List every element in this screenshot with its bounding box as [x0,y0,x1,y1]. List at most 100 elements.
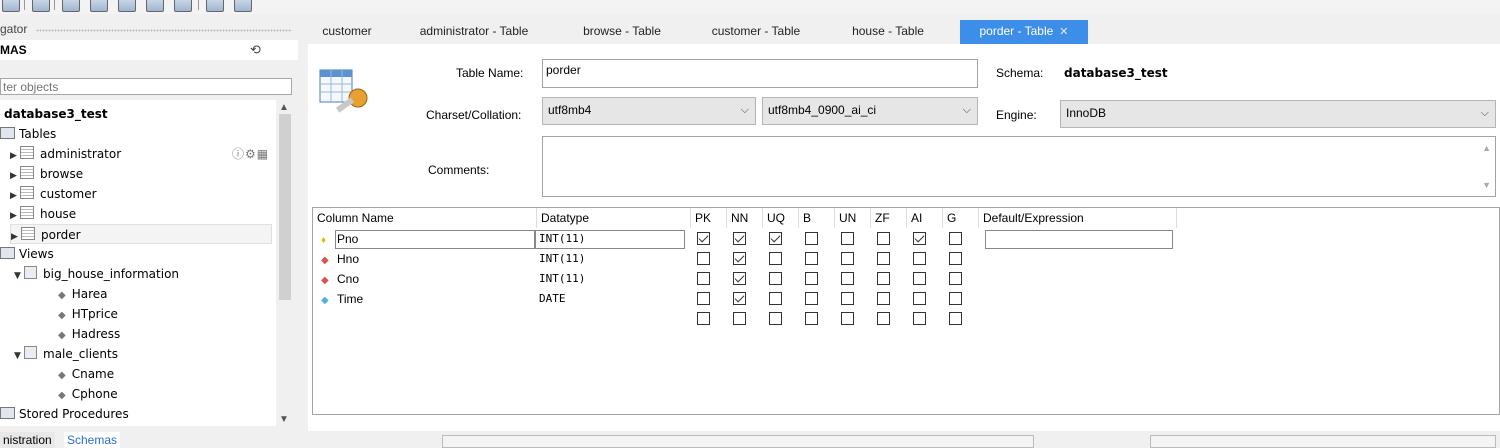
open-sql-icon[interactable] [32,0,50,12]
b-checkbox[interactable] [805,232,818,245]
table-row[interactable]: ◆ Time DATE [313,289,1499,309]
un-checkbox[interactable] [841,232,854,245]
engine-select[interactable]: InnoDB ⌵ [1060,100,1496,128]
filter-objects-input[interactable] [0,78,292,95]
create-function-icon[interactable] [174,0,192,12]
b-checkbox[interactable] [805,252,818,265]
zf-checkbox[interactable] [877,292,890,305]
scroll-up-icon[interactable]: ▲ [279,102,289,113]
col-header-un[interactable]: UN [835,208,871,228]
comments-textarea[interactable]: ▲ ▼ [542,136,1496,197]
uq-checkbox[interactable] [769,252,782,265]
zf-checkbox[interactable] [877,272,890,285]
col-header-datatype[interactable]: Datatype [537,208,691,228]
close-tab-icon[interactable]: ✕ [1059,26,1068,38]
g-checkbox[interactable] [949,252,962,265]
table-row[interactable]: ◆ Cno INT(11) [313,269,1499,289]
tree-scrollbar[interactable]: ▲ ▼ [276,100,294,426]
default-expression-editor[interactable] [985,230,1173,249]
pk-checkbox[interactable] [697,232,710,245]
b-checkbox[interactable] [805,312,818,325]
tree-folder-tables[interactable]: Tables [0,124,56,144]
tab-customer[interactable]: customer [308,20,386,44]
pk-checkbox[interactable] [697,252,710,265]
tree-view-column[interactable]: ◆ HTprice [58,304,118,324]
uq-checkbox[interactable] [769,312,782,325]
col-header-zf[interactable]: ZF [871,208,907,228]
cell-datatype[interactable]: INT(11) [539,229,585,249]
col-header-pk[interactable]: PK [691,208,727,228]
table-actions-icon[interactable]: ⓘ⚙▦ [232,144,269,164]
column-name-editor[interactable] [335,230,535,249]
tree-view-male_clients[interactable]: ▼ male_clients [14,344,118,364]
nn-checkbox[interactable] [733,272,746,285]
reconnect-icon[interactable] [234,0,252,12]
refresh-icon[interactable]: ⟲ [250,42,261,58]
g-checkbox[interactable] [949,272,962,285]
cell-column-name[interactable]: ◆ Cno [321,269,359,289]
search-table-icon[interactable] [206,0,224,12]
table-name-input[interactable]: porder [542,59,978,88]
table-row[interactable]: ♦ Pno INT(11) [313,229,1499,249]
tab-house-table[interactable]: house - Table [832,20,944,44]
zf-checkbox[interactable] [877,232,890,245]
ai-checkbox[interactable] [913,312,926,325]
uq-checkbox[interactable] [769,232,782,245]
tree-view-column[interactable]: ◆ Hadress [58,324,120,344]
un-checkbox[interactable] [841,292,854,305]
col-header-ai[interactable]: AI [907,208,943,228]
ai-checkbox[interactable] [913,272,926,285]
cell-datatype[interactable]: DATE [539,289,566,309]
tree-folder-stored-procedures[interactable]: Stored Procedures [0,404,129,424]
un-checkbox[interactable] [841,272,854,285]
new-tab-icon[interactable] [2,0,20,12]
g-checkbox[interactable] [949,232,962,245]
cell-column-name[interactable]: ◆ Time [321,289,363,309]
uq-checkbox[interactable] [769,292,782,305]
un-checkbox[interactable] [841,312,854,325]
nn-checkbox[interactable] [733,292,746,305]
create-procedure-icon[interactable] [146,0,164,12]
tree-table-porder[interactable]: ▶ porder [10,224,272,244]
b-checkbox[interactable] [805,272,818,285]
collapse-arrow-icon[interactable]: ▼ [14,266,24,286]
uq-checkbox[interactable] [769,272,782,285]
col-header-uq[interactable]: UQ [763,208,799,228]
pk-checkbox[interactable] [697,312,710,325]
g-checkbox[interactable] [949,292,962,305]
ai-checkbox[interactable] [913,252,926,265]
tree-table-customer[interactable]: ▶ customer [10,184,97,204]
tree-view-column[interactable]: ◆ Harea [58,284,108,304]
tree-table-browse[interactable]: ▶ browse [10,164,83,184]
tab-browse-table[interactable]: browse - Table [560,20,684,44]
tree-view-column[interactable]: ◆ Cname [58,364,114,384]
nn-checkbox[interactable] [733,252,746,265]
tree-view-column[interactable]: ◆ Cphone [58,384,118,404]
scroll-down-icon[interactable]: ▼ [279,414,289,425]
nn-checkbox[interactable] [733,312,746,325]
expand-arrow-icon[interactable]: ▶ [10,146,20,166]
cell-datatype[interactable]: INT(11) [539,269,585,289]
cell-column-name[interactable]: ◆ Hno [321,249,359,269]
tab-administration[interactable]: nistration [0,432,55,448]
scrollbar-thumb[interactable] [279,114,291,300]
ai-checkbox[interactable] [913,292,926,305]
schema-tree[interactable]: database3_test Tables ▶ administrator ⓘ⚙▦… [0,100,276,426]
tab-schemas[interactable]: Schemas [64,432,121,448]
collapse-arrow-icon[interactable]: ▼ [14,346,24,366]
col-header-nn[interactable]: NN [727,208,763,228]
columns-grid[interactable]: Column Name Datatype PK NN UQ B UN ZF AI… [312,207,1500,415]
column-name-detail-field[interactable] [442,435,1034,448]
nn-checkbox[interactable] [733,232,746,245]
col-header-g[interactable]: G [943,208,979,228]
cell-column-name[interactable]: ♦ Pno [321,229,358,249]
charset-select[interactable]: utf8mb4 ⌵ [542,97,756,125]
create-view-icon[interactable] [118,0,136,12]
g-checkbox[interactable] [949,312,962,325]
tree-schema-database3_test[interactable]: database3_test [4,104,108,124]
create-table-icon[interactable] [90,0,108,12]
zf-checkbox[interactable] [877,312,890,325]
scroll-up-icon[interactable]: ▲ [1482,139,1491,157]
ai-checkbox[interactable] [913,232,926,245]
tree-table-house[interactable]: ▶ house [10,204,76,224]
